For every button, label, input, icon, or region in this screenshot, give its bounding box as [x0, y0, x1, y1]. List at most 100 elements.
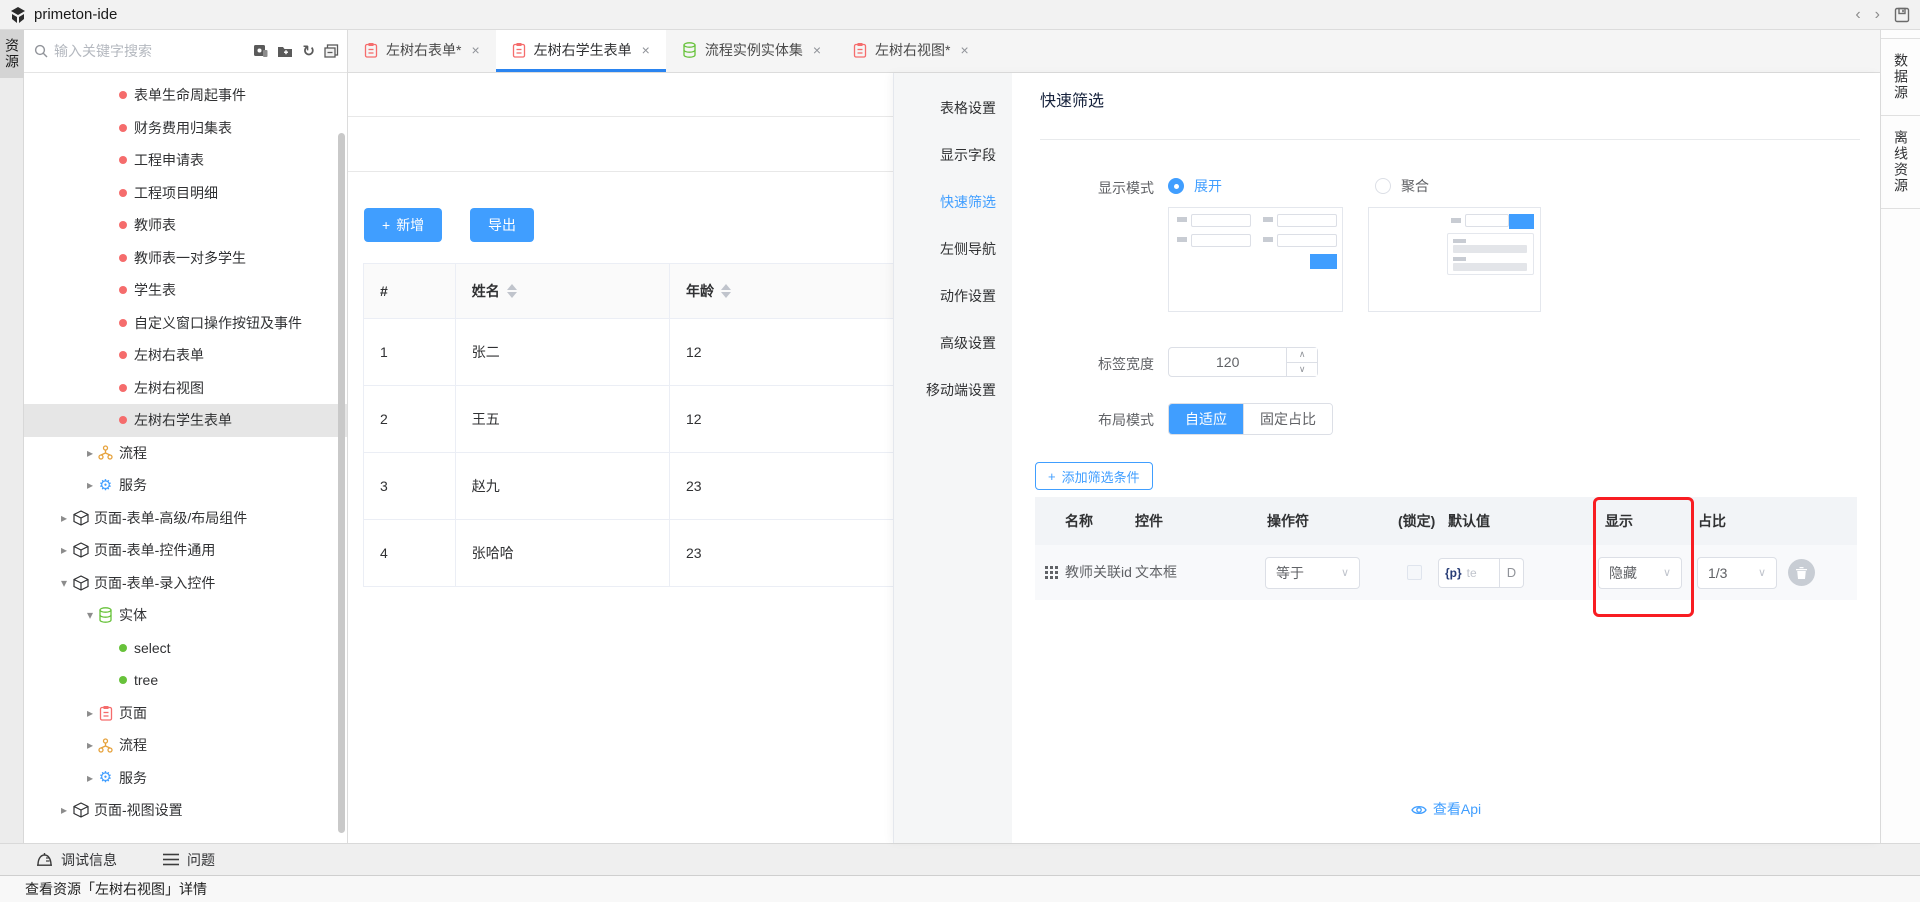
tab-entity-set[interactable]: 流程实例实体集 × — [666, 30, 837, 72]
tree-item[interactable]: 财务费用归集表 — [24, 112, 347, 145]
menu-item-display-fields[interactable]: 显示字段 — [894, 132, 1012, 179]
operator-select[interactable]: 等于∨ — [1265, 557, 1360, 589]
display-select[interactable]: 隐藏∨ — [1598, 557, 1682, 589]
tab-view[interactable]: 左树右视图* × — [837, 30, 985, 72]
menu-item-left-nav[interactable]: 左侧导航 — [894, 226, 1012, 273]
tree-item[interactable]: 左树右表单 — [24, 339, 347, 372]
radio-expand[interactable]: 展开 — [1168, 176, 1222, 196]
label-width-stepper: 120 ∧ ∨ — [1168, 347, 1318, 377]
menu-item-table-settings[interactable]: 表格设置 — [894, 85, 1012, 132]
tree-item[interactable]: tree — [24, 664, 347, 697]
menu-item-advanced[interactable]: 高级设置 — [894, 320, 1012, 367]
label-width-value[interactable]: 120 — [1169, 348, 1286, 376]
tab-datasource[interactable]: 数据源 — [1881, 38, 1920, 116]
tree-item[interactable]: 工程项目明细 — [24, 177, 347, 210]
drag-handle-icon[interactable] — [1045, 566, 1058, 582]
layout-mode-segmented: 自适应 固定占比 — [1168, 403, 1333, 435]
collapse-all-icon[interactable] — [324, 44, 339, 58]
tree-item[interactable]: ▸页面 — [24, 697, 347, 730]
tree-item[interactable]: 表单生命周起事件 — [24, 79, 347, 112]
column-header-name[interactable]: 姓名 — [456, 264, 670, 318]
tree-item[interactable]: ▸页面-表单-高级/布局组件 — [24, 502, 347, 535]
expand-arrow-icon[interactable]: ▸ — [58, 511, 70, 525]
expand-mode-preview[interactable] — [1168, 207, 1343, 312]
expand-arrow-icon[interactable]: ▸ — [84, 771, 96, 785]
default-value-suffix-button[interactable]: D — [1500, 558, 1524, 588]
tab-form-2-active[interactable]: 左树右学生表单 × — [496, 30, 666, 72]
table-row[interactable]: 2 王五 12 — [364, 386, 922, 453]
add-filter-condition-button[interactable]: +添加筛选条件 — [1035, 462, 1153, 490]
close-icon[interactable]: × — [471, 42, 479, 58]
nav-forward-icon[interactable]: › — [1875, 7, 1880, 23]
table-row[interactable]: 3 赵九 23 — [364, 453, 922, 520]
editor-area: 左树右表单* × 左树右学生表单 × 流程实例实体集 × 左树右视图* × +新… — [348, 30, 1880, 843]
stepper-up-icon[interactable]: ∧ — [1287, 348, 1317, 363]
expand-arrow-icon[interactable]: ▸ — [84, 478, 96, 492]
chevron-down-icon: ∨ — [1341, 566, 1349, 579]
tree-item[interactable]: 自定义窗口操作按钮及事件 — [24, 307, 347, 340]
search-input[interactable] — [54, 43, 253, 59]
form-resource-dot-icon — [119, 91, 127, 99]
tree-item[interactable]: ▸页面-视图设置 — [24, 794, 347, 827]
locked-checkbox[interactable] — [1407, 565, 1422, 580]
tree-item[interactable]: ▸流程 — [24, 729, 347, 762]
package-icon — [72, 509, 89, 526]
tree-item[interactable]: ▾页面-表单-录入控件 — [24, 567, 347, 600]
close-icon[interactable]: × — [642, 42, 650, 58]
sort-icon[interactable] — [721, 284, 731, 298]
refresh-icon[interactable]: ↻ — [302, 44, 315, 59]
bottom-panel-bar: 调试信息 问题 — [0, 843, 1920, 875]
default-value-input[interactable]: {p}te D — [1438, 558, 1524, 588]
tree-item[interactable]: select — [24, 632, 347, 665]
aggregate-mode-preview[interactable] — [1368, 207, 1541, 312]
problems-button[interactable]: 问题 — [163, 850, 215, 870]
tab-form-1[interactable]: 左树右表单* × — [348, 30, 496, 72]
tab-offline-resources[interactable]: 离线资源 — [1881, 116, 1920, 209]
expand-arrow-icon[interactable]: ▸ — [84, 738, 96, 752]
nav-back-icon[interactable]: ‹ — [1855, 7, 1860, 23]
tree-item[interactable]: ▸流程 — [24, 437, 347, 470]
add-button[interactable]: +新增 — [364, 208, 442, 242]
sidebar-scrollbar[interactable] — [338, 133, 345, 833]
menu-item-mobile[interactable]: 移动端设置 — [894, 367, 1012, 414]
student-table: # 姓名 年龄 1 张二 12 2 王五 12 3 赵九 23 — [363, 263, 923, 587]
tree-item[interactable]: 学生表 — [24, 274, 347, 307]
expand-arrow-icon[interactable]: ▸ — [58, 803, 70, 817]
menu-item-quick-filter[interactable]: 快速筛选 — [894, 179, 1012, 226]
sort-icon[interactable] — [507, 284, 517, 298]
ratio-select[interactable]: 1/3∨ — [1697, 557, 1777, 589]
tree-item[interactable]: ▾实体 — [24, 599, 347, 632]
form-resource-dot-icon — [119, 351, 127, 359]
save-icon[interactable] — [1894, 7, 1910, 23]
tree-item[interactable]: ▸⚙服务 — [24, 762, 347, 795]
close-icon[interactable]: × — [813, 42, 821, 58]
export-button[interactable]: 导出 — [470, 208, 534, 242]
tree-item[interactable]: 工程申请表 — [24, 144, 347, 177]
table-row[interactable]: 1 张二 12 — [364, 319, 922, 386]
delete-filter-button[interactable] — [1788, 559, 1815, 586]
tree-item[interactable]: ▸⚙服务 — [24, 469, 347, 502]
tree-item[interactable]: 教师表一对多学生 — [24, 242, 347, 275]
close-icon[interactable]: × — [960, 42, 968, 58]
stepper-down-icon[interactable]: ∨ — [1287, 363, 1317, 377]
menu-item-action-settings[interactable]: 动作设置 — [894, 273, 1012, 320]
table-row[interactable]: 4 张哈哈 23 — [364, 520, 922, 587]
expand-arrow-icon[interactable]: ▸ — [58, 543, 70, 557]
radio-aggregate[interactable]: 聚合 — [1375, 176, 1429, 196]
debug-info-button[interactable]: 调试信息 — [36, 850, 117, 870]
view-api-link[interactable]: 查看Api — [1012, 799, 1880, 819]
expand-arrow-icon[interactable]: ▸ — [84, 706, 96, 720]
column-header-age[interactable]: 年龄 — [670, 264, 922, 318]
expand-arrow-icon[interactable]: ▸ — [84, 446, 96, 460]
tree-item[interactable]: ▸页面-表单-控件通用 — [24, 534, 347, 567]
collapse-arrow-icon[interactable]: ▾ — [84, 608, 96, 622]
tree-item[interactable]: 教师表 — [24, 209, 347, 242]
segment-fixed-ratio[interactable]: 固定占比 — [1243, 404, 1332, 434]
collapse-arrow-icon[interactable]: ▾ — [58, 576, 70, 590]
activity-tab-resources[interactable]: 资源 — [0, 30, 24, 78]
tree-item[interactable]: 左树右视图 — [24, 372, 347, 405]
segment-adaptive[interactable]: 自适应 — [1169, 404, 1243, 434]
tree-item-selected[interactable]: 左树右学生表单 — [24, 404, 347, 437]
locate-resource-icon[interactable] — [253, 44, 268, 58]
new-folder-icon[interactable] — [277, 45, 293, 58]
